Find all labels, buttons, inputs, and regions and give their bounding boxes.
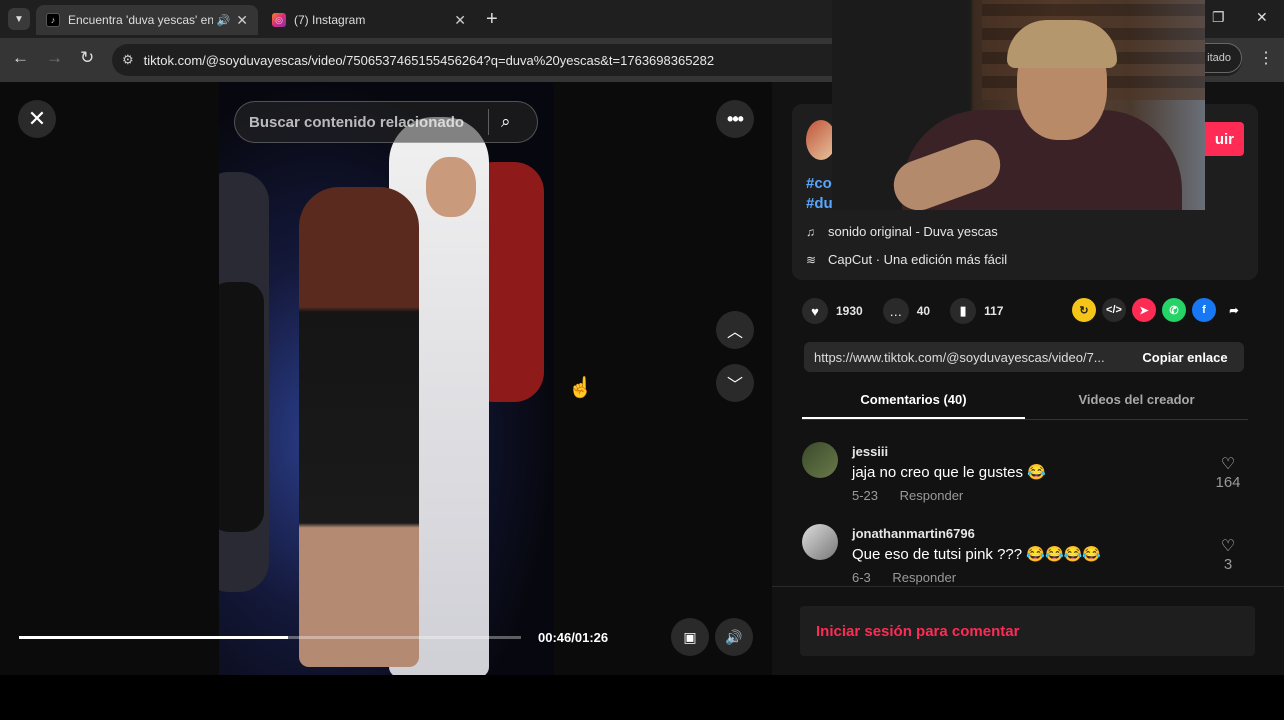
tab-instagram[interactable]: ◎ (7) Instagram ✕ xyxy=(262,5,476,35)
share-link-box: https://www.tiktok.com/@soyduvayescas/vi… xyxy=(804,342,1244,372)
webcam-person-cap xyxy=(1007,20,1117,68)
hand-cursor-icon: ☝ xyxy=(568,377,593,399)
comment-username[interactable]: jessiii xyxy=(852,444,888,459)
search-divider xyxy=(488,109,489,135)
divider xyxy=(772,586,1284,587)
close-window-icon[interactable]: ✕ xyxy=(1256,9,1268,26)
video-progress-fill xyxy=(19,636,288,639)
commenter-avatar[interactable] xyxy=(802,442,838,478)
url-text: tiktok.com/@soyduvayescas/video/75065374… xyxy=(143,52,715,68)
reply-button[interactable]: Responder xyxy=(892,570,956,585)
heart-icon: ♥ xyxy=(802,298,828,324)
hashtag-link[interactable]: #co xyxy=(806,174,833,194)
comment-count: 40 xyxy=(916,304,931,318)
tab-search-button[interactable]: ▼ xyxy=(8,8,30,30)
hashtag-link[interactable]: #du xyxy=(806,194,833,214)
music-note-icon: ♫ xyxy=(806,224,815,239)
heart-outline-icon: ♡ xyxy=(1220,538,1236,555)
comment-date: 5-23 xyxy=(852,488,879,503)
save-action[interactable]: ▮ 117 xyxy=(950,298,1003,324)
tab-tiktok[interactable]: ♪ Encuentra 'duva yescas' en 🔊 ✕ xyxy=(36,5,258,35)
comment-action[interactable]: … 40 xyxy=(882,298,931,324)
capcut-row[interactable]: ≋ CapCut · Una edición más fácil xyxy=(806,252,1007,267)
tab-comments[interactable]: Comentarios (40) xyxy=(802,384,1025,419)
comment-like-count: 164 xyxy=(1215,474,1241,491)
save-count: 117 xyxy=(984,304,1004,318)
sound-label: sonido original - Duva yescas xyxy=(828,224,998,239)
capcut-icon: ≋ xyxy=(806,252,817,267)
login-to-comment-link[interactable]: Iniciar sesión para comentar xyxy=(816,623,1019,640)
tiktok-favicon-icon: ♪ xyxy=(46,13,60,27)
instagram-favicon-icon: ◎ xyxy=(272,13,286,27)
embed-icon[interactable]: </> xyxy=(1102,298,1126,322)
video-person-face xyxy=(426,157,476,217)
close-tab-icon[interactable]: ✕ xyxy=(454,12,466,29)
facebook-icon[interactable]: f xyxy=(1192,298,1216,322)
heart-outline-icon: ♡ xyxy=(1220,456,1236,473)
video-frame[interactable] xyxy=(219,82,554,675)
video-progress-bar[interactable] xyxy=(19,636,521,639)
volume-icon[interactable]: 🔊 xyxy=(715,618,753,656)
comment-text: Que eso de tutsi pink ??? 😂😂😂😂 xyxy=(852,546,1101,563)
share-arrow-icon[interactable]: ➦ xyxy=(1222,298,1246,322)
webcam-overlay xyxy=(832,0,1205,210)
video-person xyxy=(299,187,419,667)
repost-icon[interactable]: ↻ xyxy=(1072,298,1096,322)
comment-like-count: 3 xyxy=(1223,556,1233,573)
tab-creator-videos[interactable]: Videos del creador xyxy=(1025,384,1248,419)
comment-item: jonathanmartin6796 Que eso de tutsi pink… xyxy=(802,524,1248,594)
tab-title: (7) Instagram xyxy=(294,13,366,27)
comment-like[interactable]: ♡ 164 xyxy=(1208,454,1248,491)
search-placeholder: Buscar contenido relacionado xyxy=(249,113,465,131)
comment-text: jaja no creo que le gustes 😂 xyxy=(852,464,1046,481)
video-time: 00:46/01:26 xyxy=(538,630,609,645)
new-tab-icon[interactable]: + xyxy=(486,8,498,31)
comment-date: 6-3 xyxy=(852,570,871,585)
previous-video-button[interactable]: ︿ xyxy=(716,311,754,349)
tab-title: Encuentra 'duva yescas' en xyxy=(68,13,213,27)
comment-tabs: Comentarios (40) Videos del creador xyxy=(802,384,1248,420)
back-icon[interactable]: ← xyxy=(12,48,29,68)
whatsapp-icon[interactable]: ✆ xyxy=(1162,298,1186,322)
share-link[interactable]: https://www.tiktok.com/@soyduvayescas/vi… xyxy=(804,350,1126,365)
comment-like[interactable]: ♡ 3 xyxy=(1208,536,1248,573)
close-video-button[interactable]: ✕ xyxy=(18,100,56,138)
next-video-button[interactable]: ﹀ xyxy=(716,364,754,402)
audio-icon[interactable]: 🔊 xyxy=(217,14,231,27)
search-icon[interactable]: ⌕ xyxy=(501,112,537,132)
forward-icon[interactable]: → xyxy=(46,48,63,68)
comment-username[interactable]: jonathanmartin6796 xyxy=(852,526,975,541)
comment-meta: 6-3 Responder xyxy=(852,570,974,585)
related-search-bar[interactable]: Buscar contenido relacionado ⌕ xyxy=(234,101,538,143)
like-action[interactable]: ♥ 1930 xyxy=(802,298,863,324)
share-icons: ↻ </> ➤ ✆ f ➦ xyxy=(1072,298,1252,322)
login-to-comment-box[interactable]: Iniciar sesión para comentar xyxy=(800,606,1255,656)
site-info-icon[interactable]: ⚙ xyxy=(122,52,134,68)
sound-row[interactable]: ♫ sonido original - Duva yescas xyxy=(806,224,998,239)
reply-button[interactable]: Responder xyxy=(900,488,964,503)
commenter-avatar[interactable] xyxy=(802,524,838,560)
capcut-label: CapCut · Una edición más fácil xyxy=(828,252,1008,267)
close-tab-icon[interactable]: ✕ xyxy=(236,12,248,29)
copy-link-button[interactable]: Copiar enlace xyxy=(1126,342,1244,372)
more-options-button[interactable]: ••• xyxy=(716,100,754,138)
floating-player-icon[interactable]: ▣ xyxy=(671,618,709,656)
page: ▼ ♪ Encuentra 'duva yescas' en 🔊 ✕ ◎ (7)… xyxy=(0,0,1284,720)
comment-item: jessiii jaja no creo que le gustes 😂 5-2… xyxy=(802,442,1248,512)
hashtags: #co #du xyxy=(806,174,833,214)
reload-icon[interactable]: ↻ xyxy=(80,48,94,68)
restore-window-icon[interactable]: ❐ xyxy=(1212,9,1225,26)
comment-icon: … xyxy=(882,298,909,324)
send-icon[interactable]: ➤ xyxy=(1132,298,1156,322)
video-person xyxy=(219,282,264,532)
bookmark-icon: ▮ xyxy=(950,298,977,324)
comment-meta: 5-23 Responder xyxy=(852,488,981,503)
like-count: 1930 xyxy=(836,304,863,318)
browser-menu-icon[interactable]: ⋮ xyxy=(1258,48,1274,68)
video-area: ✕ Buscar contenido relacionado ⌕ ••• ︿ ﹀… xyxy=(0,82,772,675)
